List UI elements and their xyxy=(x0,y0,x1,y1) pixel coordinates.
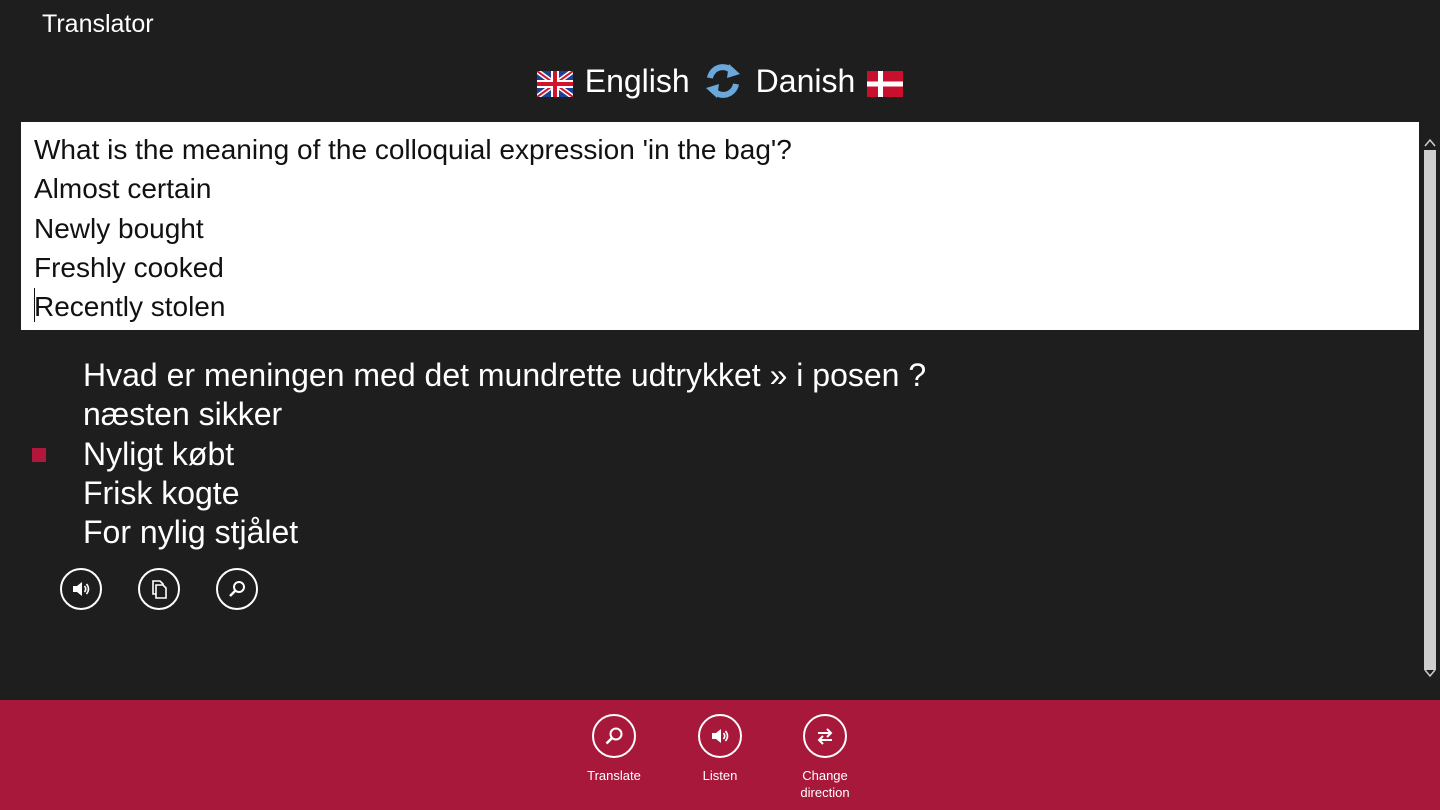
highlight-marker xyxy=(32,448,46,462)
translation-line: Nyligt købt xyxy=(83,435,235,472)
source-line: What is the meaning of the colloquial ex… xyxy=(34,134,792,165)
uk-flag-icon xyxy=(535,68,575,100)
listen-label: Listen xyxy=(702,768,738,783)
language-selector: English Danish xyxy=(0,56,1440,106)
source-line: Newly bought xyxy=(34,212,204,244)
swap-icon[interactable] xyxy=(702,60,744,102)
source-line: Freshly cooked xyxy=(34,251,224,283)
translate-label: Translate xyxy=(587,768,641,783)
source-line: Almost certain xyxy=(34,173,212,205)
translate-button[interactable]: Translate xyxy=(564,714,664,784)
translation-line: Frisk kogte xyxy=(83,474,240,511)
search-result-button[interactable] xyxy=(216,568,258,610)
change-direction-label: direction xyxy=(800,785,850,800)
translation-output: Hvad er meningen med det mundrette udtry… xyxy=(83,356,926,552)
source-language[interactable]: English xyxy=(585,63,690,100)
copy-icon xyxy=(152,580,167,599)
change-direction-button[interactable]: Change direction xyxy=(775,714,875,801)
app-title: Translator xyxy=(42,10,154,38)
listen-result-button[interactable] xyxy=(60,568,102,610)
copy-result-button[interactable] xyxy=(138,568,180,610)
change-direction-icon xyxy=(817,728,833,745)
target-language[interactable]: Danish xyxy=(756,63,856,100)
translation-line: Hvad er meningen med det mundrette udtry… xyxy=(83,357,927,393)
scroll-thumb[interactable] xyxy=(1424,150,1436,670)
translation-line: For nylig stjålet xyxy=(83,514,299,551)
vertical-scrollbar[interactable] xyxy=(1420,122,1440,700)
translation-line: næsten sikker xyxy=(83,396,283,433)
app-bar: Translate Listen Change direction xyxy=(0,700,1440,810)
source-line: Recently stolen xyxy=(34,291,226,323)
scroll-down-icon[interactable] xyxy=(1423,666,1437,680)
speaker-icon xyxy=(73,582,90,596)
denmark-flag-icon xyxy=(867,68,904,97)
scroll-up-icon[interactable] xyxy=(1423,136,1437,150)
listen-button[interactable]: Listen xyxy=(670,714,770,784)
source-text-input[interactable]: What is the meaning of the colloquial ex… xyxy=(21,122,1419,330)
change-direction-label: Change xyxy=(802,768,848,783)
speaker-icon xyxy=(712,729,729,743)
search-icon xyxy=(605,727,623,745)
text-caret xyxy=(34,288,35,322)
search-icon xyxy=(229,581,245,597)
